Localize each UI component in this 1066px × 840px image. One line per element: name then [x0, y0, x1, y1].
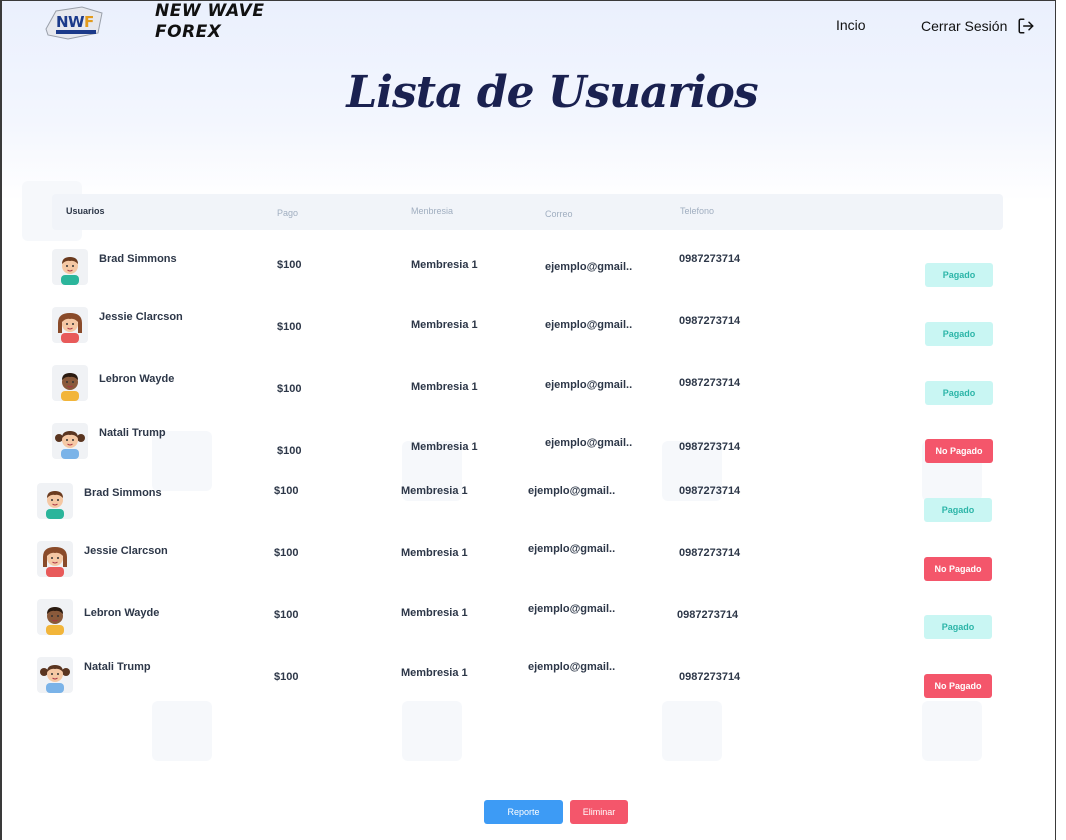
avatar [37, 483, 73, 519]
user-name: Lebron Wayde [84, 607, 160, 619]
payment-amount: $100 [274, 671, 299, 683]
email: ejemplo@gmail.. [528, 485, 616, 497]
payment-amount: $100 [277, 321, 302, 333]
status-badge[interactable]: Pagado [924, 615, 992, 639]
membership: Membresia 1 [401, 607, 468, 619]
status-badge[interactable]: Pagado [925, 322, 993, 346]
membership: Membresia 1 [401, 667, 468, 679]
avatar [37, 599, 73, 635]
delete-button[interactable]: Eliminar [570, 800, 628, 824]
payment-amount: $100 [277, 445, 302, 457]
nav-home-link[interactable]: Incio [836, 17, 866, 33]
phone: 0987273714 [677, 609, 739, 621]
table-row[interactable]: Brad Simmons $100 Membresia 1 ejemplo@gmail… [2, 483, 1055, 539]
email: ejemplo@gmail.. [528, 543, 616, 555]
status-badge[interactable]: No Pagado [924, 674, 992, 698]
payment-amount: $100 [277, 383, 302, 395]
status-badge[interactable]: No Pagado [924, 557, 992, 581]
payment-amount: $100 [274, 547, 299, 559]
user-name: Brad Simmons [84, 487, 162, 499]
window-margin [1056, 0, 1066, 840]
email: ejemplo@gmail.. [528, 603, 616, 615]
email: ejemplo@gmail.. [545, 319, 633, 331]
table-row[interactable]: Brad Simmons $100 Membresia 1 ejemplo@gmail… [2, 249, 1055, 305]
phone: 0987273714 [679, 441, 741, 453]
phone: 0987273714 [679, 315, 741, 327]
membership: Membresia 1 [411, 259, 478, 271]
user-name: Brad Simmons [99, 253, 177, 265]
phone: 0987273714 [679, 547, 741, 559]
user-name: Jessie Clarcson [84, 545, 168, 557]
phone: 0987273714 [679, 377, 741, 389]
logout-link[interactable]: Cerrar Sesión [921, 17, 1035, 35]
phone: 0987273714 [679, 253, 741, 265]
user-name: Natali Trump [84, 661, 151, 673]
table-row[interactable]: Natali Trump $100 Membresia 1 ejemplo@gmail… [2, 423, 1055, 479]
status-badge[interactable]: Pagado [925, 381, 993, 405]
payment-amount: $100 [274, 485, 299, 497]
email: ejemplo@gmail.. [545, 379, 633, 391]
table-row[interactable]: Lebron Wayde $100 Membresia 1 ejemplo@gmail… [2, 365, 1055, 421]
column-header-phone: Telefono [680, 206, 715, 216]
membership: Membresia 1 [411, 441, 478, 453]
column-header-email: Correo [545, 209, 573, 219]
email: ejemplo@gmail.. [545, 437, 633, 449]
avatar [37, 657, 73, 693]
avatar [52, 307, 88, 343]
status-badge[interactable]: Pagado [925, 263, 993, 287]
brand-name: NEW WAVE FOREX [155, 1, 264, 43]
membership: Membresia 1 [411, 319, 478, 331]
app-frame: N W F NEW WAVE FOREX Incio Cerrar Sesión… [0, 0, 1056, 840]
email: ejemplo@gmail.. [528, 661, 616, 673]
membership: Membresia 1 [411, 381, 478, 393]
user-name: Lebron Wayde [99, 373, 175, 385]
table-row[interactable]: Jessie Clarcson $100 Membresia 1 ejemplo@gm… [2, 541, 1055, 597]
column-header-membership: Menbresia [411, 206, 454, 216]
membership: Membresia 1 [401, 547, 468, 559]
brand-line-2: FOREX [155, 22, 222, 42]
nwf-logo-icon[interactable]: N W F [42, 5, 108, 41]
report-button[interactable]: Reporte [484, 800, 563, 824]
table-header: Usuarios Pago Menbresia Correo Telefono [52, 194, 1003, 230]
svg-text:N: N [56, 13, 69, 31]
payment-amount: $100 [274, 609, 299, 621]
brand-line-1: NEW WAVE [155, 1, 265, 21]
status-badge[interactable]: No Pagado [925, 439, 993, 463]
avatar [37, 541, 73, 577]
svg-text:W: W [68, 13, 85, 31]
user-name: Jessie Clarcson [99, 311, 183, 323]
avatar [52, 249, 88, 285]
avatar [52, 423, 88, 459]
table-row[interactable]: Lebron Wayde $100 Membresia 1 ejemplo@gmail… [2, 599, 1055, 655]
user-name: Natali Trump [99, 427, 166, 439]
column-header-payment: Pago [277, 208, 299, 218]
table-row[interactable]: Natali Trump $100 Membresia 1 ejemplo@gmail… [2, 657, 1055, 713]
table-row[interactable]: Jessie Clarcson $100 Membresia 1 ejemplo@gm… [2, 307, 1055, 363]
phone: 0987273714 [679, 485, 741, 497]
logout-icon[interactable] [1017, 17, 1035, 35]
svg-text:F: F [84, 13, 94, 31]
avatar [52, 365, 88, 401]
phone: 0987273714 [679, 671, 741, 683]
membership: Membresia 1 [401, 485, 468, 497]
status-badge[interactable]: Pagado [924, 498, 992, 522]
column-header-users: Usuarios [66, 206, 105, 216]
email: ejemplo@gmail.. [545, 261, 633, 273]
payment-amount: $100 [277, 259, 302, 271]
logout-label: Cerrar Sesión [921, 18, 1008, 34]
page-title: Lista de Usuarios [346, 67, 758, 118]
